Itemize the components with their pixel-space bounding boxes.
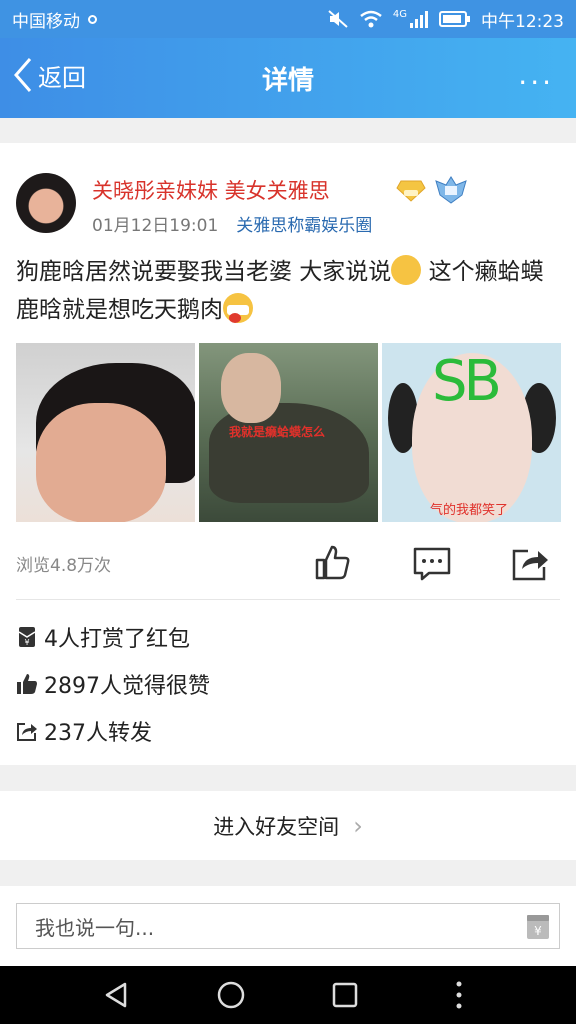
carrier-name: 中国移动	[12, 11, 80, 32]
divider	[16, 599, 560, 600]
network-type: 4G	[392, 8, 407, 20]
comment-bar: 我也说一句... ¥	[0, 886, 576, 966]
share-stat[interactable]: 237人转发	[16, 715, 152, 747]
post-text: 狗鹿晗居然说要娶我当老婆 大家说说 这个癞蛤蟆鹿晗就是想吃天鹅肉	[16, 253, 564, 329]
circle-home-icon	[217, 981, 245, 1009]
share-text: 237人转发	[44, 721, 152, 746]
system-recents-button[interactable]	[325, 975, 365, 1015]
share-button[interactable]	[510, 543, 550, 583]
system-nav-bar	[0, 966, 576, 1024]
post-card: 关晓彤亲妹妹 美女关雅思 01月12日19:01 关雅思称霸娱乐圈 狗鹿晗居然说…	[0, 143, 576, 765]
wifi-icon	[360, 10, 382, 28]
photo-2-caption: 我就是癞蛤蟆怎么	[229, 425, 326, 439]
clock: 中午12:23	[481, 11, 564, 32]
system-home-button[interactable]	[211, 975, 251, 1015]
post-meta: 01月12日19:01 关雅思称霸娱乐圈	[92, 211, 372, 236]
thumbs-up-icon	[17, 674, 37, 694]
header: 返回 详情 ···	[0, 38, 576, 118]
status-bar: 中国移动 4G 中午12:23	[0, 0, 576, 38]
view-count: 浏览4.8万次	[16, 556, 112, 576]
photo-3-overlay: SB	[432, 349, 502, 414]
shy-face-emoji-icon	[391, 255, 422, 285]
back-label: 返回	[38, 63, 86, 92]
system-menu-button[interactable]	[439, 975, 479, 1015]
more-button[interactable]: ···	[518, 66, 554, 99]
like-stat[interactable]: 2897人觉得很赞	[16, 668, 210, 700]
post-circle[interactable]: 关雅思称霸娱乐圈	[236, 211, 372, 236]
svg-text:¥: ¥	[24, 638, 29, 647]
comment-button[interactable]	[412, 543, 452, 583]
enter-friend-space-button[interactable]: 进入好友空间 ›	[0, 791, 576, 860]
square-recents-icon	[332, 982, 358, 1008]
photo-2-face	[221, 353, 281, 423]
photo-1-face	[36, 403, 166, 522]
svg-text:¥: ¥	[534, 924, 542, 938]
level-wing-icon	[435, 176, 467, 204]
vertical-dots-icon	[456, 981, 462, 1009]
author-name[interactable]: 关晓彤亲妹妹 美女关雅思	[92, 175, 330, 205]
battery-icon	[439, 11, 470, 27]
red-envelope-icon: ¥	[18, 627, 36, 647]
status-icons: 4G 中午12:23	[327, 7, 564, 32]
mute-icon	[328, 10, 348, 28]
sick-face-emoji-icon	[223, 293, 253, 323]
gift-icon[interactable]: ¥	[526, 914, 550, 940]
comment-icon	[413, 547, 451, 581]
photo-2[interactable]: 我就是癞蛤蟆怎么	[199, 343, 378, 522]
avatar[interactable]	[16, 173, 76, 233]
like-button[interactable]	[312, 543, 352, 583]
post-time: 01月12日19:01	[92, 216, 219, 236]
vip-diamond-icon	[396, 180, 426, 202]
signal-icon	[410, 11, 428, 28]
comment-input[interactable]: 我也说一句...	[16, 903, 560, 949]
back-button[interactable]: 返回	[12, 56, 86, 94]
system-back-button[interactable]	[97, 975, 137, 1015]
sync-icon	[88, 14, 97, 24]
carrier: 中国移动	[12, 7, 327, 32]
chevron-left-icon	[14, 58, 32, 92]
photo-1[interactable]	[16, 343, 195, 522]
share-icon	[17, 723, 37, 741]
reward-stat[interactable]: ¥ 4人打赏了红包	[16, 621, 190, 653]
triangle-back-icon	[105, 982, 127, 1008]
photo-3-caption: 气的我都笑了	[430, 503, 509, 518]
like-text: 2897人觉得很赞	[44, 674, 210, 699]
thumbs-up-icon	[315, 545, 350, 580]
photo-grid: 我就是癞蛤蟆怎么 SB 气的我都笑了	[16, 343, 561, 522]
page-title: 详情	[261, 65, 314, 96]
reward-text: 4人打赏了红包	[44, 627, 190, 652]
post-text-part1: 狗鹿晗居然说要娶我当老婆 大家说说	[16, 259, 392, 285]
photo-3[interactable]: SB 气的我都笑了	[382, 343, 561, 522]
chevron-right-icon: ›	[353, 811, 363, 840]
enter-friend-space-label: 进入好友空间	[213, 814, 340, 839]
